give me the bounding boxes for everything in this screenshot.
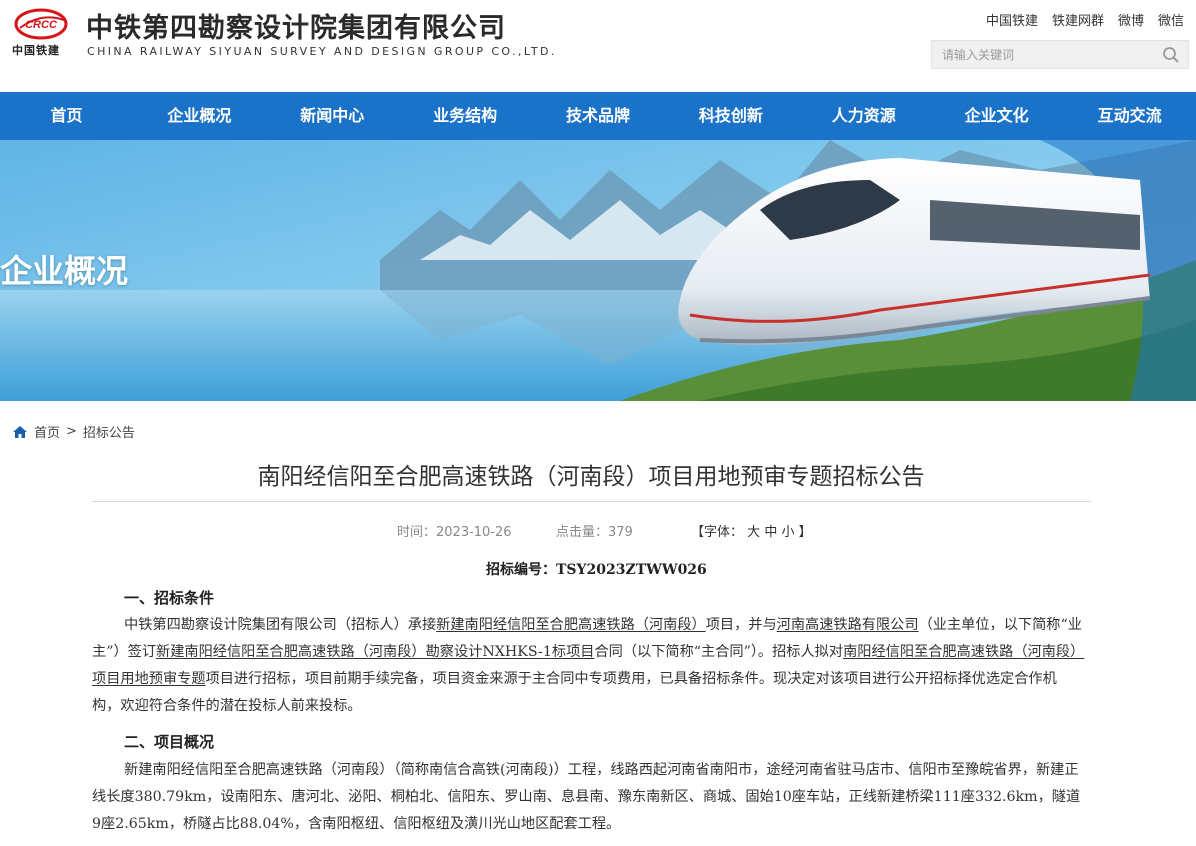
title-divider (92, 501, 1091, 502)
search-box (931, 40, 1189, 69)
view-count: 点击量：379 (556, 525, 633, 540)
section-1-paragraph: 中铁第四勘察设计院集团有限公司（招标人）承接新建南阳经信阳至合肥高速铁路（河南段… (92, 612, 1085, 720)
top-link-weibo[interactable]: 微博 (1118, 10, 1144, 29)
font-size-close: 】 (798, 525, 812, 540)
logo-caption: 中国铁建 (12, 44, 60, 57)
nav-tech-brand[interactable]: 技术品牌 (532, 92, 665, 140)
search-input[interactable] (932, 41, 1172, 68)
p1-text-1: 中铁第四勘察设计院集团有限公司（招标人）承接 (124, 617, 437, 633)
nav-business[interactable]: 业务结构 (399, 92, 532, 140)
section-1-heading: 一、招标条件 (124, 589, 215, 607)
p1-text-5: 项目进行招标，项目前期手续完备，项目资金来源于主合同中专项费用，已具备招标条件。… (92, 671, 1057, 714)
font-size-medium-button[interactable]: 中 (764, 525, 777, 540)
logo-text: CRCC (25, 19, 58, 31)
nav-hr[interactable]: 人力资源 (797, 92, 930, 140)
font-size-large-button[interactable]: 大 (747, 525, 760, 540)
main-nav: 首页 企业概况 新闻中心 业务结构 技术品牌 科技创新 人力资源 企业文化 互动… (0, 92, 1196, 140)
nav-home[interactable]: 首页 (0, 92, 133, 140)
font-size-small-button[interactable]: 小 (781, 525, 794, 540)
font-size-label: 【字体： (691, 525, 744, 540)
nav-interaction[interactable]: 互动交流 (1063, 92, 1196, 140)
banner-title: 企业概况 (0, 252, 129, 290)
section-2-heading: 二、项目概况 (124, 733, 215, 751)
top-link-crcc[interactable]: 中国铁建 (986, 10, 1038, 29)
breadcrumb: 首页 > 招标公告 (12, 422, 135, 441)
site-header: CRCC 中国铁建 中铁第四勘察设计院集团有限公司 CHINA RAILWAY … (0, 0, 1196, 92)
p1-underline-project: 新建南阳经信阳至合肥高速铁路（河南段） (436, 617, 706, 633)
crcc-logo[interactable]: CRCC (14, 8, 68, 40)
org-name-en: CHINA RAILWAY SIYUAN SURVEY AND DESIGN G… (87, 45, 557, 58)
nav-news-center[interactable]: 新闻中心 (266, 92, 399, 140)
p1-underline-owner: 河南高速铁路有限公司 (776, 617, 919, 633)
breadcrumb-separator: > (66, 424, 77, 439)
p1-underline-contract: 新建南阳经信阳至合肥高速铁路（河南段）勘察设计NXHKS-1标项目 (156, 644, 595, 660)
section-2-paragraph: 新建南阳经信阳至合肥高速铁路（河南段）（简称南信合高铁(河南段)）工程，线路西起… (92, 762, 1081, 832)
hero-banner: 企业概况 (0, 140, 1196, 401)
bid-number: 招标编号：TSY2023ZTWW026 (486, 562, 707, 578)
org-name-cn: 中铁第四勘察设计院集团有限公司 (86, 13, 506, 44)
article-title: 南阳经信阳至合肥高速铁路（河南段）项目用地预审专题招标公告 (257, 464, 925, 490)
breadcrumb-home[interactable]: 首页 (34, 422, 60, 441)
nav-innovation[interactable]: 科技创新 (664, 92, 797, 140)
p1-text-2: 项目，并与 (705, 617, 777, 633)
top-links: 中国铁建 铁建网群 微博 微信 (986, 10, 1184, 29)
font-size-control: 【字体： 大 中 小 】 (691, 521, 812, 540)
search-icon[interactable] (1162, 46, 1180, 64)
banner-image (0, 140, 1196, 401)
publish-time: 时间：2023-10-26 (397, 525, 512, 540)
nav-company-overview[interactable]: 企业概况 (133, 92, 266, 140)
home-icon (13, 425, 27, 438)
nav-culture[interactable]: 企业文化 (930, 92, 1063, 140)
breadcrumb-current[interactable]: 招标公告 (83, 422, 135, 441)
top-link-network[interactable]: 铁建网群 (1052, 10, 1104, 29)
top-link-wechat[interactable]: 微信 (1158, 10, 1184, 29)
p1-text-4: 合同（以下简称“主合同”）。招标人拟对 (594, 644, 844, 660)
